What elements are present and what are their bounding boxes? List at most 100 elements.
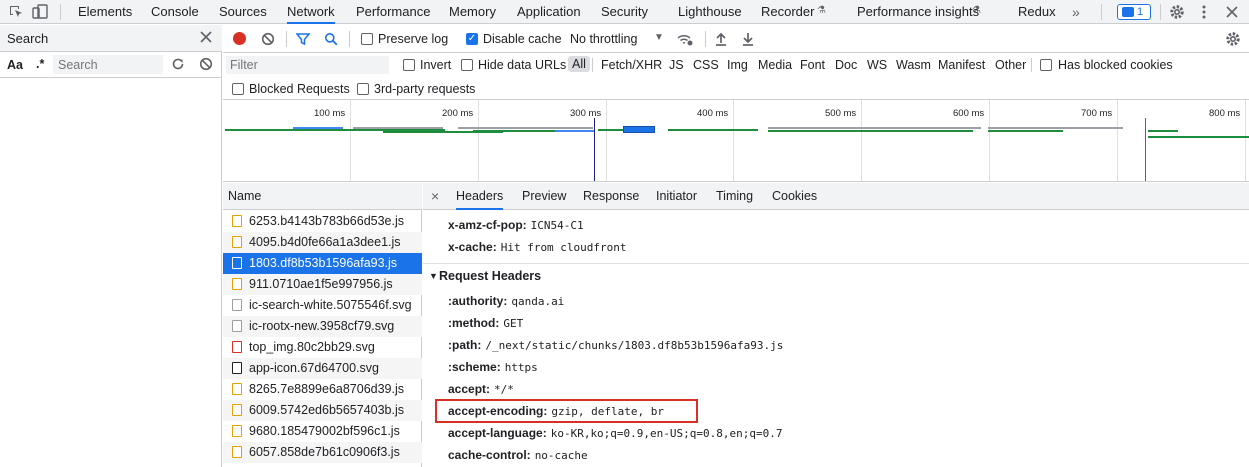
type-filter-fetch-xhr[interactable]: Fetch/XHR bbox=[601, 58, 662, 72]
header-value: /_next/static/chunks/1803.df8b53b1596afa… bbox=[485, 339, 784, 352]
request-row[interactable]: 6009.5742ed6b5657403b.js bbox=[223, 400, 422, 421]
divider bbox=[592, 58, 593, 72]
type-filter-media[interactable]: Media bbox=[758, 58, 792, 72]
type-filter-img[interactable]: Img bbox=[727, 58, 748, 72]
tab-application[interactable]: Application bbox=[517, 0, 581, 24]
request-name: top_img.80c2bb29.svg bbox=[249, 340, 375, 354]
clear-log-icon[interactable] bbox=[261, 32, 275, 46]
network-settings-gear-icon[interactable] bbox=[1225, 31, 1241, 47]
divider bbox=[1101, 4, 1102, 20]
match-case-toggle[interactable]: Aa bbox=[7, 58, 23, 72]
close-devtools-icon[interactable] bbox=[1224, 4, 1240, 20]
tab-performance[interactable]: Performance bbox=[356, 0, 430, 24]
details-tab-cookies[interactable]: Cookies bbox=[772, 183, 817, 210]
preserve-log-checkbox[interactable] bbox=[361, 33, 373, 45]
type-filter-other[interactable]: Other bbox=[995, 58, 1026, 72]
request-row[interactable]: ic-search-white.5075546f.svg bbox=[223, 295, 422, 316]
header-value: ICN54-C1 bbox=[530, 219, 584, 232]
request-row[interactable]: 911.0710ae1f5e997956.js bbox=[223, 274, 422, 295]
details-tab-initiator[interactable]: Initiator bbox=[656, 183, 697, 210]
blocked-requests-checkbox[interactable] bbox=[232, 83, 244, 95]
throttling-select[interactable]: No throttling bbox=[570, 32, 637, 46]
tab-lighthouse[interactable]: Lighthouse bbox=[678, 0, 742, 24]
type-filter-ws[interactable]: WS bbox=[867, 58, 887, 72]
details-tab-response[interactable]: Response bbox=[583, 183, 639, 210]
tab-console[interactable]: Console bbox=[151, 0, 199, 24]
timeline-tick-label: 400 ms bbox=[697, 108, 729, 119]
timeline-bar bbox=[668, 129, 758, 131]
invert-label: Invert bbox=[420, 58, 452, 72]
experiment-flask-icon: ⚗ bbox=[817, 5, 826, 16]
tab-sources[interactable]: Sources bbox=[219, 0, 267, 24]
request-row[interactable]: 9680.185479002bf596c1.js bbox=[223, 421, 422, 442]
device-toolbar-icon[interactable] bbox=[32, 4, 48, 20]
search-drawer-title: Search bbox=[7, 31, 49, 46]
tab-performance-insights[interactable]: Performance insights bbox=[857, 0, 979, 24]
search-icon[interactable] bbox=[324, 32, 338, 46]
filter-input[interactable] bbox=[226, 56, 389, 74]
record-icon[interactable] bbox=[233, 32, 246, 45]
close-icon[interactable] bbox=[199, 30, 213, 44]
type-filter-js[interactable]: JS bbox=[669, 58, 684, 72]
details-tab-timing[interactable]: Timing bbox=[716, 183, 753, 210]
regex-toggle[interactable]: .* bbox=[36, 57, 44, 71]
export-har-icon[interactable] bbox=[741, 31, 755, 47]
request-row[interactable]: 6057.858de7b61c0906f3.js bbox=[223, 442, 422, 463]
timeline-bar bbox=[353, 127, 443, 129]
tab-redux[interactable]: Redux bbox=[1018, 0, 1056, 24]
search-input[interactable] bbox=[53, 55, 163, 74]
tab-security[interactable]: Security bbox=[601, 0, 648, 24]
type-filter-css[interactable]: CSS bbox=[693, 58, 719, 72]
issues-badge[interactable]: 1 bbox=[1117, 4, 1151, 20]
network-conditions-icon[interactable] bbox=[676, 31, 694, 47]
hide-data-urls-checkbox[interactable] bbox=[461, 59, 473, 71]
filter-icon[interactable] bbox=[295, 32, 311, 46]
type-filter-font[interactable]: Font bbox=[800, 58, 825, 72]
clear-search-icon[interactable] bbox=[199, 57, 213, 71]
type-filter-wasm[interactable]: Wasm bbox=[896, 58, 931, 72]
divider bbox=[60, 4, 61, 20]
request-row[interactable]: 8265.7e8899e6a8706d39.js bbox=[223, 379, 422, 400]
request-headers-section-title[interactable]: Request Headers bbox=[439, 269, 541, 283]
tab-elements[interactable]: Elements bbox=[78, 0, 132, 24]
disable-cache-checkbox[interactable]: ✓ bbox=[466, 33, 478, 45]
timeline-gridline bbox=[733, 100, 734, 181]
type-filter-doc[interactable]: Doc bbox=[835, 58, 857, 72]
request-name: app-icon.67d64700.svg bbox=[249, 361, 379, 375]
details-tab-preview[interactable]: Preview bbox=[522, 183, 566, 210]
timeline-gridline bbox=[478, 100, 479, 181]
third-party-checkbox[interactable] bbox=[357, 83, 369, 95]
expand-triangle-icon[interactable]: ▼ bbox=[429, 271, 438, 281]
inspect-element-icon[interactable] bbox=[8, 4, 24, 20]
svg-file-icon bbox=[232, 299, 242, 311]
type-filter-all[interactable]: All bbox=[568, 56, 590, 72]
timeline-bar bbox=[1148, 130, 1178, 132]
network-overview-timeline[interactable]: 100 ms 200 ms 300 ms 400 ms 500 ms 600 ms 700 … bbox=[223, 100, 1249, 182]
has-blocked-cookies-checkbox[interactable] bbox=[1040, 59, 1052, 71]
tab-memory[interactable]: Memory bbox=[449, 0, 496, 24]
refresh-icon[interactable] bbox=[171, 57, 185, 71]
request-row[interactable]: 4095.b4d0fe66a1a3dee1.js bbox=[223, 232, 422, 253]
details-tab-headers[interactable]: Headers bbox=[456, 183, 504, 210]
request-row[interactable]: ic-rootx-new.3958cf79.svg bbox=[223, 316, 422, 337]
timeline-tick-label: 500 ms bbox=[825, 108, 857, 119]
request-row[interactable]: app-icon.67d64700.svg bbox=[223, 358, 422, 379]
tab-network[interactable]: Network bbox=[287, 0, 335, 24]
invert-checkbox[interactable] bbox=[403, 59, 415, 71]
import-har-icon[interactable] bbox=[714, 31, 728, 47]
more-tabs-button[interactable]: » bbox=[1072, 0, 1080, 24]
script-file-icon bbox=[232, 446, 242, 458]
settings-gear-icon[interactable] bbox=[1169, 4, 1185, 20]
type-filter-manifest[interactable]: Manifest bbox=[938, 58, 985, 72]
chevron-down-icon[interactable]: ▼ bbox=[654, 32, 664, 43]
request-row[interactable]: 6253.b4143b783b66d53e.js bbox=[223, 211, 422, 232]
close-details-icon[interactable]: × bbox=[431, 188, 439, 204]
tab-recorder[interactable]: Recorder bbox=[761, 0, 814, 24]
name-column-header[interactable]: Name bbox=[223, 183, 422, 210]
request-row[interactable]: 1803.df8b53b1596afa93.js bbox=[223, 253, 422, 274]
header-key: x-amz-cf-pop: bbox=[448, 218, 527, 232]
kebab-menu-icon[interactable] bbox=[1196, 4, 1212, 20]
divider bbox=[286, 31, 287, 47]
search-input-row: Aa .* bbox=[0, 52, 222, 78]
request-row[interactable]: top_img.80c2bb29.svg bbox=[223, 337, 422, 358]
